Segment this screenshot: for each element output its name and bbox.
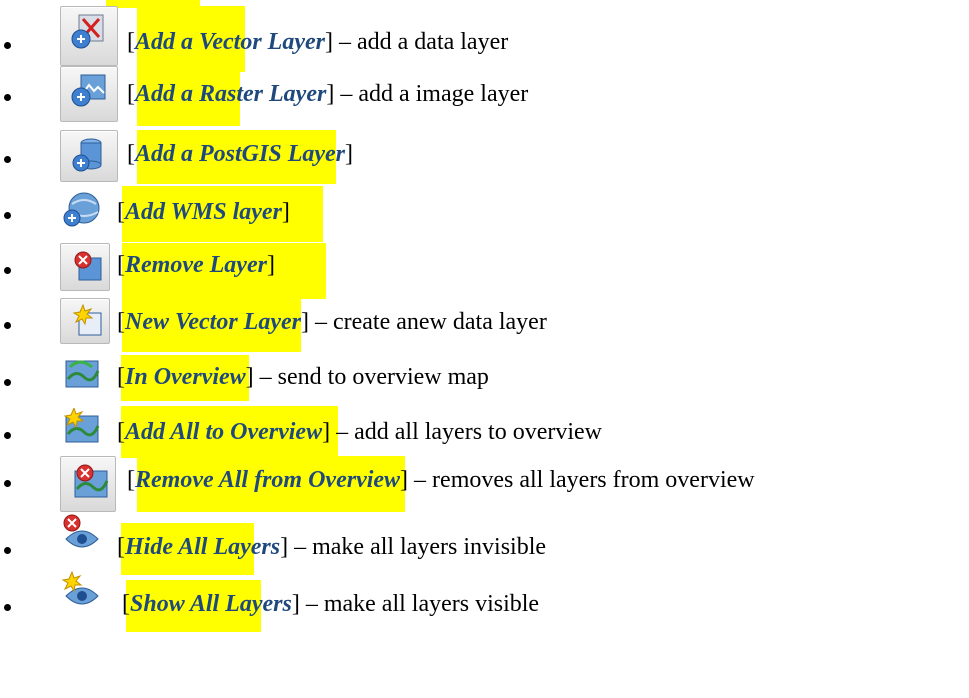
item-text: [Hide All Layers] – make all layers invi… xyxy=(117,534,547,560)
bullet xyxy=(4,379,11,386)
add-all-to-overview-icon xyxy=(63,406,100,443)
bullet xyxy=(4,604,11,611)
add-wms-layer-icon xyxy=(63,192,100,227)
list-item-hide-all-layers: [Hide All Layers] – make all layers invi… xyxy=(0,514,969,575)
show-all-layers-icon xyxy=(61,570,99,605)
list-item-remove-layer: [Remove Layer] xyxy=(0,243,969,299)
add-vector-layer-button[interactable] xyxy=(60,6,118,66)
item-desc: – create anew data layer xyxy=(314,309,547,335)
bullet xyxy=(4,432,11,439)
item-text: [Add WMS layer] xyxy=(117,199,290,225)
new-vector-layer-button[interactable] xyxy=(60,298,110,344)
remove-layer-icon xyxy=(74,251,102,281)
remove-all-from-overview-button[interactable] xyxy=(60,456,116,512)
item-desc: – add all layers to overview xyxy=(336,419,603,445)
item-term: Add a Vector Layer xyxy=(135,29,325,55)
show-all-layers-button[interactable] xyxy=(60,570,104,614)
add-wms-layer-button[interactable] xyxy=(60,188,104,232)
in-overview-button[interactable] xyxy=(60,355,104,395)
item-term: Remove All from Overview xyxy=(135,467,401,493)
item-text: [Show All Layers] – make all layers visi… xyxy=(122,591,540,617)
add-raster-layer-button[interactable] xyxy=(60,66,118,122)
list-item-show-all-layers: [Show All Layers] – make all layers visi… xyxy=(0,570,969,632)
bullet xyxy=(4,322,11,329)
add-all-to-overview-button[interactable] xyxy=(60,406,104,448)
item-text: [Add a Raster Layer] – add a image layer xyxy=(127,81,529,107)
add-vector-layer-icon xyxy=(71,14,104,49)
item-term: Add a PostGIS Layer xyxy=(135,141,345,167)
new-vector-layer-icon xyxy=(72,303,102,336)
bullet xyxy=(4,212,11,219)
list-item-in-overview: [In Overview] – send to overview map xyxy=(0,355,969,407)
add-postgis-layer-button[interactable] xyxy=(60,130,118,182)
item-text: [New Vector Layer] – create anew data la… xyxy=(117,309,547,335)
bullet xyxy=(4,267,11,274)
item-term: Add WMS layer xyxy=(125,199,282,225)
item-text: [Add a Vector Layer] – add a data layer xyxy=(127,29,509,55)
item-term: In Overview xyxy=(125,364,246,390)
list-item-remove-all-from-overview: [Remove All from Overview] – removes all… xyxy=(0,456,969,512)
item-text: [Add All to Overview] – add all layers t… xyxy=(117,419,603,445)
hide-all-layers-button[interactable] xyxy=(60,513,104,557)
item-desc: – send to overview map xyxy=(259,364,489,390)
list-item-add-vector-layer: [Add a Vector Layer] – add a data layer xyxy=(0,6,969,72)
item-text: [Remove Layer] xyxy=(117,252,275,278)
bullet xyxy=(4,94,11,101)
list-item-add-raster-layer: [Add a Raster Layer] – add a image layer xyxy=(0,66,969,126)
hide-all-layers-icon xyxy=(63,514,99,548)
item-term: Show All Layers xyxy=(130,591,292,617)
item-text: [In Overview] – send to overview map xyxy=(117,364,489,390)
item-term: Add All to Overview xyxy=(125,419,323,445)
item-desc: – make all layers visible xyxy=(305,591,540,617)
item-term: Hide All Layers xyxy=(125,534,281,560)
list-item-new-vector-layer: [New Vector Layer] – create anew data la… xyxy=(0,296,969,352)
remove-layer-button[interactable] xyxy=(60,243,110,291)
list-item-add-wms-layer: [Add WMS layer] xyxy=(0,186,969,242)
bullet xyxy=(4,480,11,487)
in-overview-icon xyxy=(65,360,100,388)
bullet xyxy=(4,156,11,163)
item-desc: – add a image layer xyxy=(340,81,529,107)
item-text: [Add a PostGIS Layer] xyxy=(127,141,353,167)
item-term: Remove Layer xyxy=(125,252,267,278)
item-desc: – removes all layers from overview xyxy=(414,467,755,493)
bullet xyxy=(4,42,11,49)
add-postgis-layer-icon xyxy=(72,138,102,172)
add-raster-layer-icon xyxy=(71,74,106,107)
item-term: Add a Raster Layer xyxy=(135,81,327,107)
bullet xyxy=(4,547,11,554)
item-desc: – add a data layer xyxy=(338,29,509,55)
item-term: New Vector Layer xyxy=(125,309,301,335)
list-item-add-all-to-overview: [Add All to Overview] – add all layers t… xyxy=(0,406,969,460)
list-item-add-postgis-layer: [Add a PostGIS Layer] xyxy=(0,130,969,184)
item-text: [Remove All from Overview] – removes all… xyxy=(127,467,755,493)
item-desc: – make all layers invisible xyxy=(294,534,547,560)
remove-all-from-overview-icon xyxy=(74,464,109,498)
